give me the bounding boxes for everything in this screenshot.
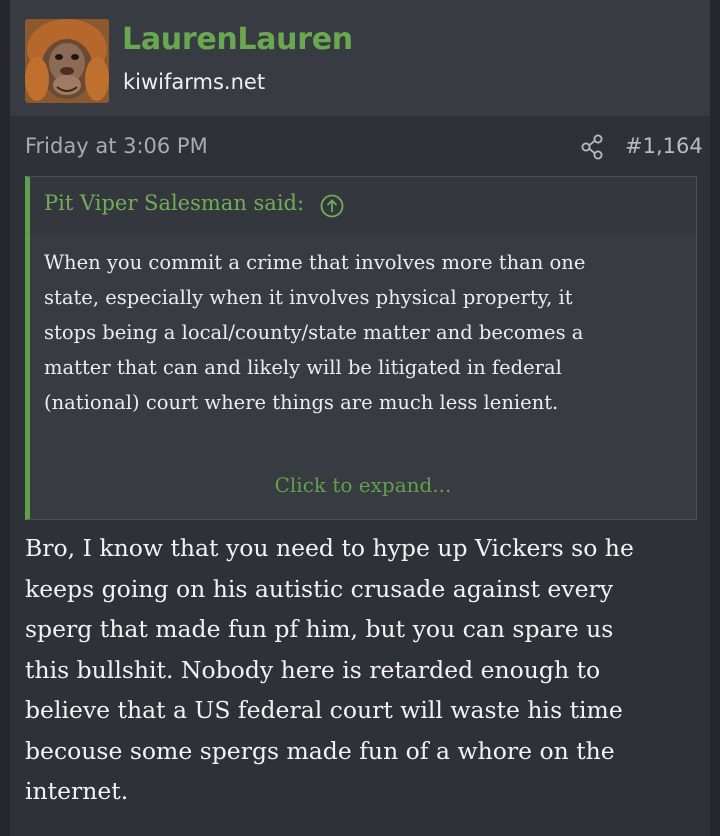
quote-header: Pit Viper Salesman said: <box>30 177 696 235</box>
message-line: this bullshit. Nobody here is retarded e… <box>25 655 601 684</box>
orangutan-avatar-icon <box>25 19 109 103</box>
avatar[interactable] <box>25 19 109 103</box>
quote-line: When you commit a crime that involves mo… <box>44 251 586 274</box>
click-to-expand-link[interactable]: Click to expand... <box>30 473 696 497</box>
user-header: LaurenLauren kiwifarms.net <box>10 0 710 116</box>
share-icon[interactable] <box>580 134 604 160</box>
message-line: believe that a US federal court will was… <box>25 696 623 724</box>
arrow-up-circle-icon[interactable] <box>320 194 344 218</box>
quote-author[interactable]: Pit Viper Salesman said: <box>44 191 304 215</box>
left-frame <box>0 0 10 836</box>
post-message: Bro, I know that you need to hype up Vic… <box>25 528 705 812</box>
quote-line: state, especially when it involves physi… <box>44 286 573 309</box>
quote-text: When you commit a crime that involves mo… <box>44 245 684 420</box>
message-line: becouse some spergs made fun of a whore … <box>25 736 615 765</box>
message-line: keeps going on his autistic crusade agai… <box>25 574 613 603</box>
quote-line: (national) court where things are much l… <box>44 391 559 414</box>
message-line: internet. <box>25 777 129 805</box>
quote-line: matter that can and likely will be litig… <box>44 356 562 379</box>
username[interactable]: LaurenLauren <box>122 22 353 57</box>
post-number-link[interactable]: #1,164 <box>625 134 703 158</box>
user-domain: kiwifarms.net <box>123 70 266 94</box>
post-meta: Friday at 3:06 PM #1,164 <box>10 116 710 176</box>
message-line: sperg that made fun pf him, but you can … <box>25 615 614 643</box>
quote-line: stops being a local/county/state matter … <box>44 321 584 344</box>
post-date[interactable]: Friday at 3:06 PM <box>25 134 208 158</box>
quote-block: Pit Viper Salesman said: When you commit… <box>25 176 697 520</box>
right-frame <box>710 0 720 836</box>
message-line: Bro, I know that you need to hype up Vic… <box>25 534 634 562</box>
